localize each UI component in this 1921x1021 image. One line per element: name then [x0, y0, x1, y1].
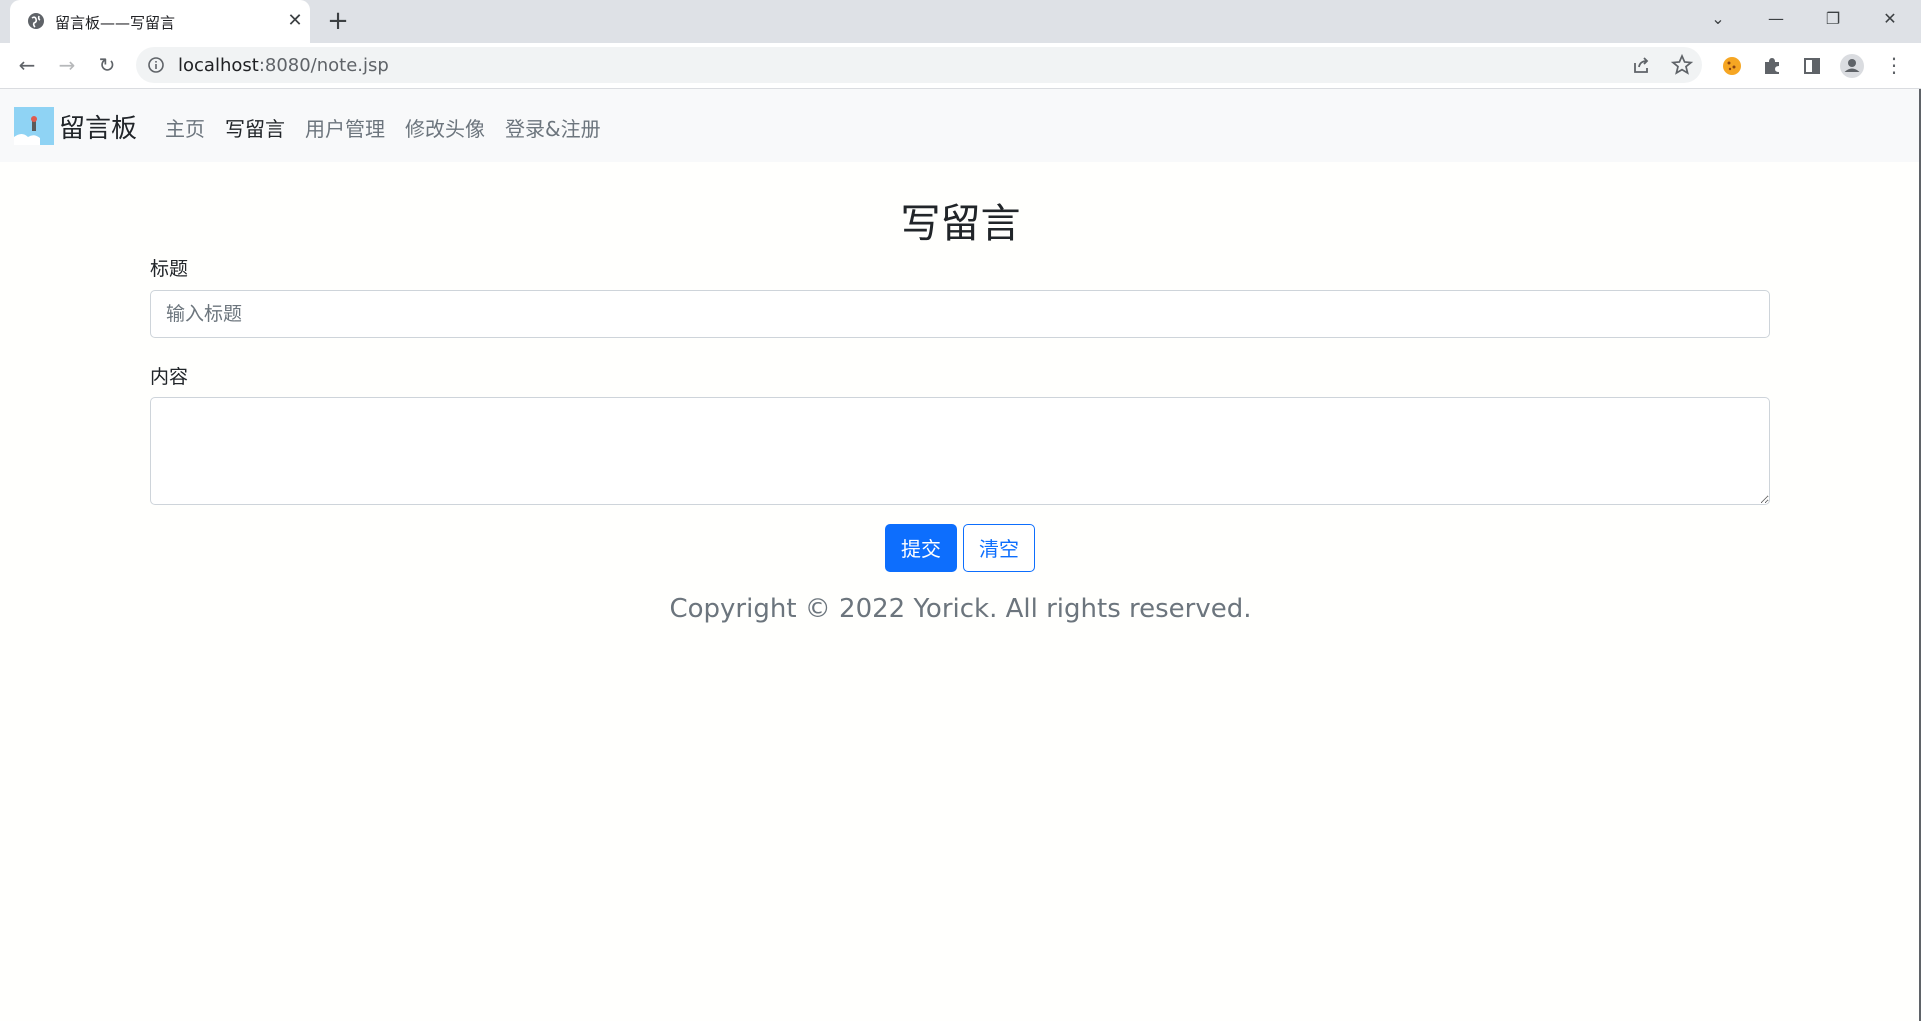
browser-tab[interactable]: 留言板——写留言 ✕	[10, 0, 310, 43]
nav-link-user-management[interactable]: 用户管理	[305, 113, 385, 142]
url-text[interactable]: localhost:8080/note.jsp	[178, 55, 389, 76]
info-icon[interactable]	[148, 57, 164, 73]
restore-icon[interactable]: ❐	[1810, 0, 1856, 40]
forward-icon[interactable]: →	[52, 50, 82, 80]
title-label: 标题	[150, 258, 189, 280]
nav-link-change-avatar[interactable]: 修改头像	[405, 113, 485, 142]
browser-menu-icon[interactable]: ⋮	[1879, 50, 1909, 80]
bookmark-star-icon[interactable]	[1670, 53, 1694, 77]
minimize-icon[interactable]: —	[1753, 0, 1799, 40]
nav-link-home[interactable]: 主页	[165, 113, 205, 142]
nav-link-login-register[interactable]: 登录&注册	[505, 113, 601, 142]
browser-toolbar: ← → ↻ localhost:8080/note.jsp ⋮	[0, 43, 1921, 89]
extensions-puzzle-icon[interactable]	[1757, 51, 1787, 81]
copyright-footer: Copyright © 2022 Yorick. All rights rese…	[669, 594, 1252, 624]
clear-button[interactable]: 清空	[963, 524, 1035, 572]
brand-logo[interactable]	[14, 107, 54, 145]
browser-tabstrip: 留言板——写留言 ✕ + ⌄ — ❐ ✕	[0, 0, 1921, 43]
cookie-extension-icon[interactable]	[1717, 51, 1747, 81]
content-textarea[interactable]	[150, 397, 1770, 505]
back-icon[interactable]: ←	[12, 50, 42, 80]
new-tab-icon[interactable]: +	[324, 8, 352, 36]
share-icon[interactable]	[1630, 53, 1654, 77]
tab-search-icon[interactable]: ⌄	[1695, 0, 1741, 40]
brand-name[interactable]: 留言板	[59, 108, 137, 145]
site-navbar: 留言板 主页 写留言 用户管理 修改头像 登录&注册	[0, 89, 1921, 162]
globe-icon	[28, 13, 44, 29]
nav-link-write-note[interactable]: 写留言	[225, 113, 285, 142]
reload-icon[interactable]: ↻	[92, 50, 122, 80]
profile-avatar-icon[interactable]	[1837, 51, 1867, 81]
title-input[interactable]	[150, 290, 1770, 338]
window-close-icon[interactable]: ✕	[1867, 0, 1913, 40]
page-title: 写留言	[900, 201, 1021, 247]
address-bar[interactable]: localhost:8080/note.jsp	[136, 47, 1702, 83]
tab-close-icon[interactable]: ✕	[282, 8, 308, 34]
side-panel-icon[interactable]	[1797, 51, 1827, 81]
content-label: 内容	[150, 366, 189, 388]
submit-button[interactable]: 提交	[885, 524, 957, 572]
tab-title: 留言板——写留言	[55, 14, 176, 32]
